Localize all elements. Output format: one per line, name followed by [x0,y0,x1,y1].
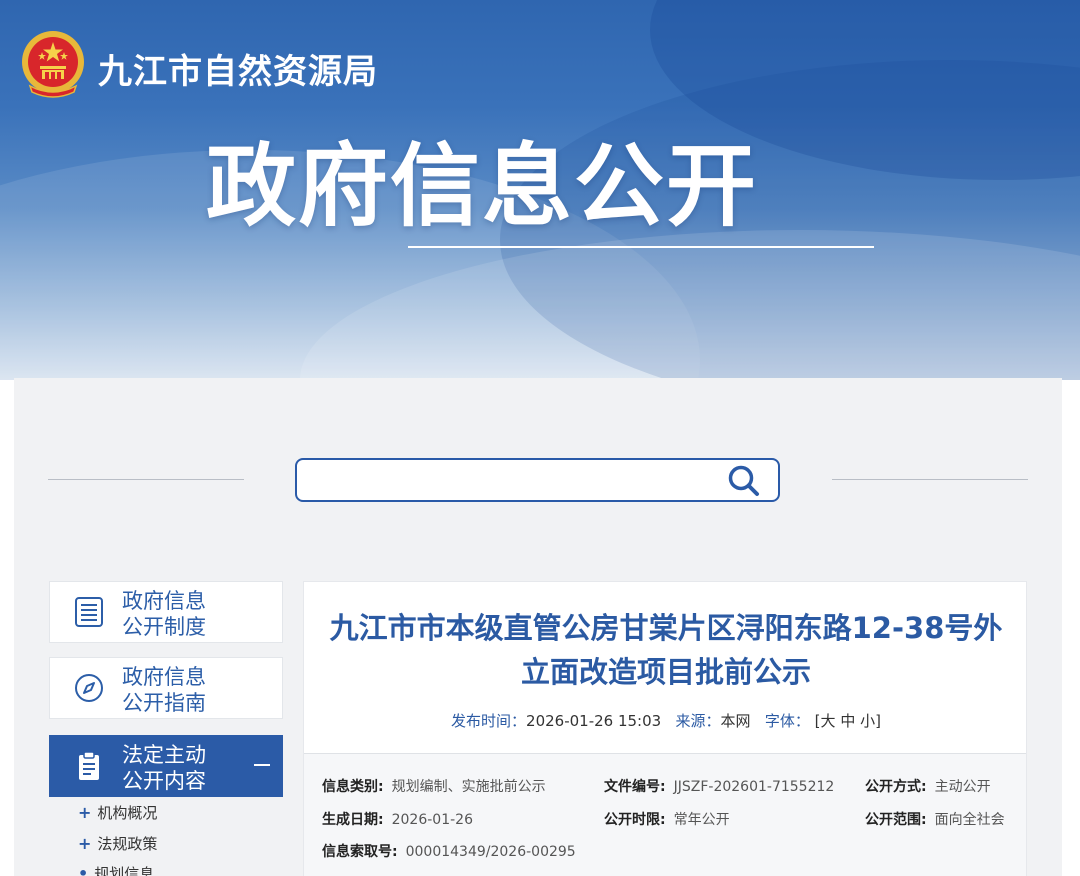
source-label: 来源： [675,712,721,730]
hero-underline [408,246,874,248]
sidebar-item-statutory-content[interactable]: 法定主动 公开内容 [49,735,283,797]
hero-title: 政府信息公开 [206,134,758,239]
bullet-icon: • [78,864,89,876]
info-doc-no: 文件编号: JJSZF-202601-7155212 [604,779,835,795]
publish-time: 2026-01-26 15:03 [526,712,662,730]
sidebar-subitem-regulations[interactable]: + 法规政策 [78,833,157,854]
header-banner: 九江市自然资源局 政府信息公开 [0,0,1080,380]
info-disclosure-scope: 公开范围: 面向全社会 [865,812,1005,828]
info-created-date: 生成日期: 2026-01-26 [322,812,473,828]
font-size-label: 字体： [764,712,810,730]
font-small-button[interactable]: 小 [860,712,875,730]
search-divider-right [832,479,1028,480]
font-medium-button[interactable]: 中 [840,712,855,730]
sidebar-subitem-org-overview[interactable]: + 机构概况 [78,802,157,823]
minus-icon[interactable] [254,764,270,766]
national-emblem-icon[interactable] [20,28,86,100]
sidebar-item-label: 政府信息 公开指南 [122,665,206,715]
sidebar-item-label: 政府信息 公开制度 [122,589,206,639]
source-value: 本网 [720,712,751,730]
info-category: 信息类别: 规划编制、实施批前公示 [322,779,546,795]
info-disclosure-period: 公开时限: 常年公开 [604,812,730,828]
sidebar-item-label: 法定主动 公开内容 [122,743,206,793]
article-title: 九江市市本级直管公房甘棠片区浔阳东路12-38号外 立面改造项目批前公示 [329,611,1003,689]
compass-icon [75,674,103,702]
info-disclosure-method: 公开方式: 主动公开 [865,779,991,795]
sidebar-item-disclosure-guide[interactable]: 政府信息 公开指南 [49,657,283,719]
article-meta: 发布时间：2026-01-26 15:03 来源：本网 字体： [大 中 小] [304,710,1028,731]
document-list-icon [75,597,103,627]
article-card: 九江市市本级直管公房甘棠片区浔阳东路12-38号外 立面改造项目批前公示 发布时… [303,581,1027,876]
publish-label: 发布时间： [451,712,527,730]
search-input[interactable] [307,464,707,496]
site-name[interactable]: 九江市自然资源局 [98,44,378,93]
font-bracket: ] [875,712,881,730]
info-table: 信息类别: 规划编制、实施批前公示 文件编号: JJSZF-202601-71552… [304,754,1026,876]
sidebar-item-disclosure-system[interactable]: 政府信息 公开制度 [49,581,283,643]
info-index-number: 信息索取号: 000014349/2026-00295 [322,844,576,860]
search-icon[interactable] [726,463,762,499]
font-large-button[interactable]: 大 [821,712,836,730]
sidebar-subitem-planning-info[interactable]: • 规划信息 [78,863,154,876]
search-box [295,458,780,502]
clipboard-icon [79,751,99,780]
search-divider-left [48,479,244,480]
plus-icon: + [78,834,92,853]
plus-icon: + [78,803,92,822]
